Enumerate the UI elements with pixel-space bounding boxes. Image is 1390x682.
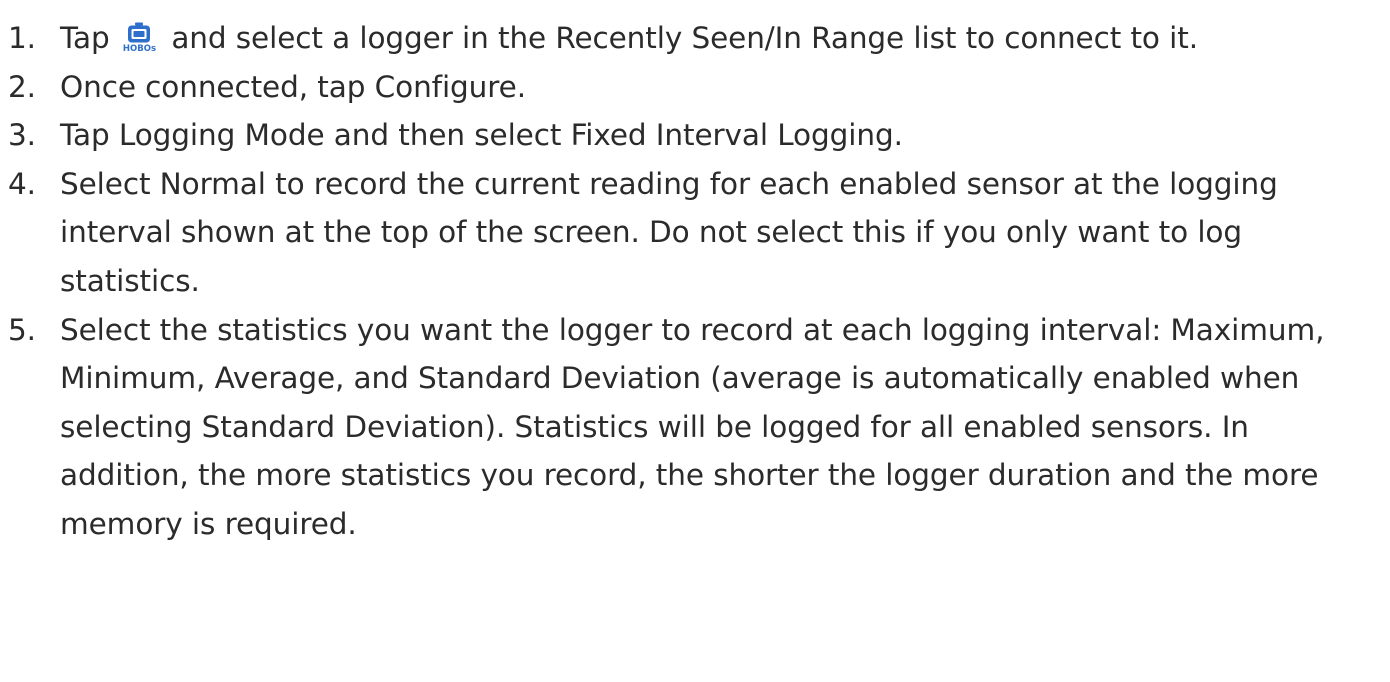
step-number: 2.	[8, 69, 36, 104]
hobos-icon-label: HOBOs	[122, 44, 157, 54]
step-text: Tap HOBOs and select a logger in the Rec…	[60, 14, 1384, 63]
step-text: Select the statistics you want the logge…	[60, 312, 1325, 541]
instructions-document: 1. Tap HOBOs and select a logger in the …	[8, 14, 1384, 549]
step-text-after-icon: and select a logger in the Recently Seen…	[171, 21, 1198, 55]
step-text-before-icon: Tap	[60, 21, 110, 55]
step-5: 5. Select the statistics you want the lo…	[8, 306, 1384, 549]
step-number: 5.	[8, 312, 36, 347]
step-3: 3. Tap Logging Mode and then select Fixe…	[8, 111, 1384, 160]
step-number: 3.	[8, 118, 36, 153]
step-1: 1. Tap HOBOs and select a logger in the …	[8, 14, 1384, 63]
step-4: 4. Select Normal to record the current r…	[8, 160, 1384, 306]
step-text: Select Normal to record the current read…	[60, 166, 1278, 298]
steps-list: 1. Tap HOBOs and select a logger in the …	[8, 14, 1384, 549]
step-2: 2. Once connected, tap Configure.	[8, 63, 1384, 112]
step-text: Once connected, tap Configure.	[60, 69, 526, 104]
step-text: Tap Logging Mode and then select Fixed I…	[60, 118, 903, 153]
hobos-logger-icon: HOBOs	[123, 22, 156, 54]
logger-device-icon	[128, 22, 151, 43]
step-number: 4.	[8, 166, 36, 201]
step-number: 1.	[8, 21, 36, 55]
